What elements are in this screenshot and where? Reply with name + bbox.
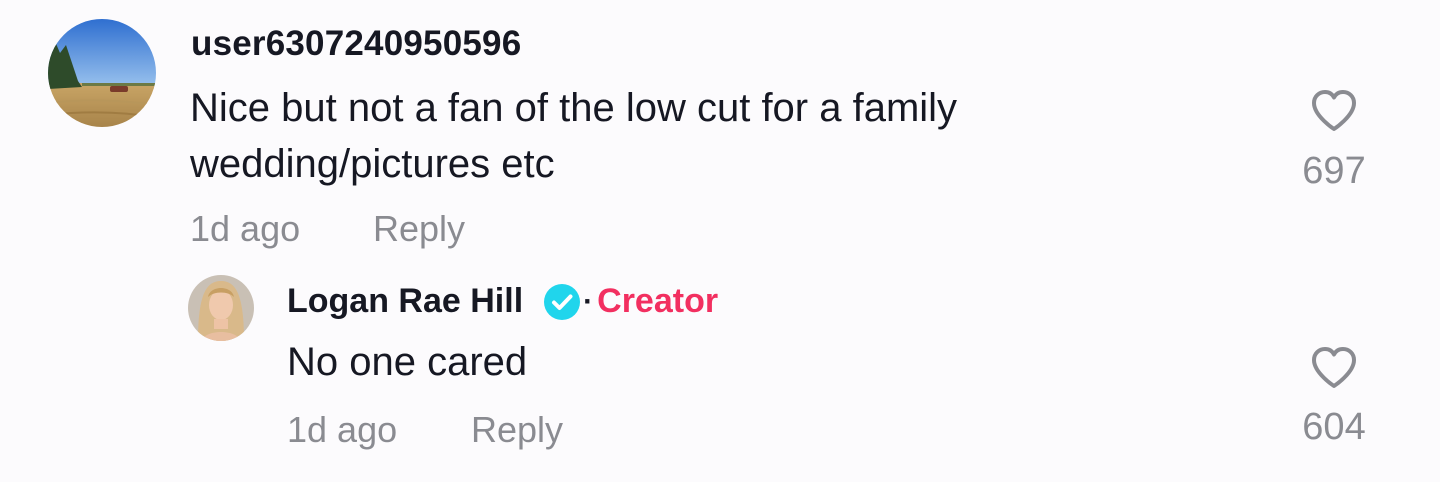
verified-badge-icon xyxy=(543,283,581,321)
reply-username[interactable]: Logan Rae Hill xyxy=(287,282,523,321)
reply-timestamp: 1d ago xyxy=(287,409,398,450)
reply-button[interactable]: Reply xyxy=(471,409,563,451)
avatar[interactable] xyxy=(48,19,156,127)
reply-text: No one cared xyxy=(287,340,528,384)
comment-timestamp: 1d ago xyxy=(190,208,301,249)
like-count: 604 xyxy=(1302,406,1366,448)
comment-text: Nice but not a fan of the low cut for a … xyxy=(190,86,958,186)
creator-badge: Creator xyxy=(597,282,719,320)
avatar[interactable] xyxy=(188,275,254,341)
heart-outline-icon[interactable] xyxy=(1310,346,1358,390)
separator-dot: · xyxy=(583,284,594,318)
heart-outline-icon[interactable] xyxy=(1310,89,1358,133)
reply-button[interactable]: Reply xyxy=(373,208,465,250)
reply-header: Logan Rae Hill · Creator xyxy=(287,282,718,321)
comment-username[interactable]: user6307240950596 xyxy=(191,24,521,64)
like-count: 697 xyxy=(1302,150,1366,192)
